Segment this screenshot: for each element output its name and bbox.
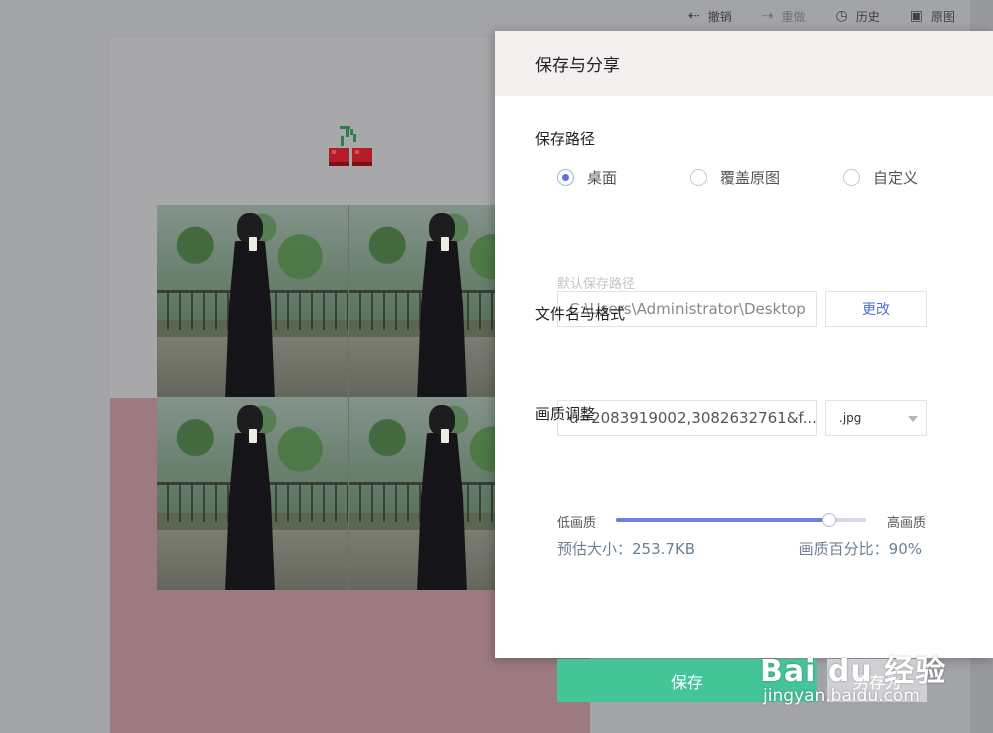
low-quality-label: 低画质 [557,516,597,531]
quality-slider-fill [616,518,829,522]
high-quality-label: 高画质 [886,516,926,531]
undo-label: 撤销 [707,9,732,24]
filename-format-title: 文件名与格式 [535,305,626,323]
filename-field[interactable]: u=2083919002,3082632761&f... [557,400,817,436]
cherry-sticker-icon [329,126,372,166]
watermark-url: jingyan.baidu.com [763,686,920,706]
radio-checked-icon [557,169,574,186]
save-path-title: 保存路径 [535,130,596,148]
quality-slider[interactable] [616,513,866,527]
change-path-button[interactable]: 更改 [825,291,927,327]
image-icon: ▣ [909,8,923,24]
format-select[interactable]: .jpg [825,400,927,436]
save-share-dialog: 保存与分享 保存路径 桌面 覆盖原图 自定义 默认保存路径 C:\Users\A… [495,31,993,702]
original-image-button[interactable]: ▣ 原图 [910,8,955,25]
quality-slider-thumb[interactable] [821,513,836,527]
original-label: 原图 [930,9,955,24]
history-label: 历史 [855,9,880,24]
radio-desktop[interactable]: 桌面 [557,167,690,188]
radio-unchecked-icon [843,169,860,186]
radio-unchecked-icon [690,169,707,186]
redo-label: 重做 [781,9,806,24]
dialog-header: 保存与分享 [495,31,993,96]
dialog-title: 保存与分享 [535,56,620,76]
watermark-brand: Bai du 经验 [760,654,947,689]
estimated-size: 预估大小：253.7KB [557,540,696,558]
photo-collage [157,205,541,590]
radio-custom[interactable]: 自定义 [843,167,918,188]
default-path-hint: 默认保存路径 [557,277,636,292]
radio-custom-label: 自定义 [873,169,919,187]
quality-percent: 画质百分比：90% [798,540,922,558]
quality-slider-row: 低画质 高画质 [557,510,927,531]
undo-button[interactable]: ⇠ 撤销 [688,8,732,25]
radio-desktop-label: 桌面 [587,169,618,187]
redo-arrow-icon: ⇢ [761,8,774,24]
collage-photo [157,205,349,397]
quality-title: 画质调整 [535,405,596,423]
radio-overwrite-label: 覆盖原图 [720,169,781,187]
baidu-jingyan-watermark: Bai du 经验 jingyan.baidu.com [760,646,960,716]
format-value: .jpg [839,411,862,425]
undo-arrow-icon: ⇠ [688,8,700,24]
chevron-down-icon [908,416,918,422]
redo-button[interactable]: ⇢ 重做 [762,8,806,25]
collage-photo [157,397,349,590]
editor-toolbar: ⇠ 撤销 ⇢ 重做 ◷ 历史 ▣ 原图 [0,0,993,32]
history-button[interactable]: ◷ 历史 [836,8,880,25]
radio-overwrite-original[interactable]: 覆盖原图 [690,167,843,188]
clock-icon: ◷ [835,8,848,24]
save-path-options: 桌面 覆盖原图 自定义 [557,167,918,188]
